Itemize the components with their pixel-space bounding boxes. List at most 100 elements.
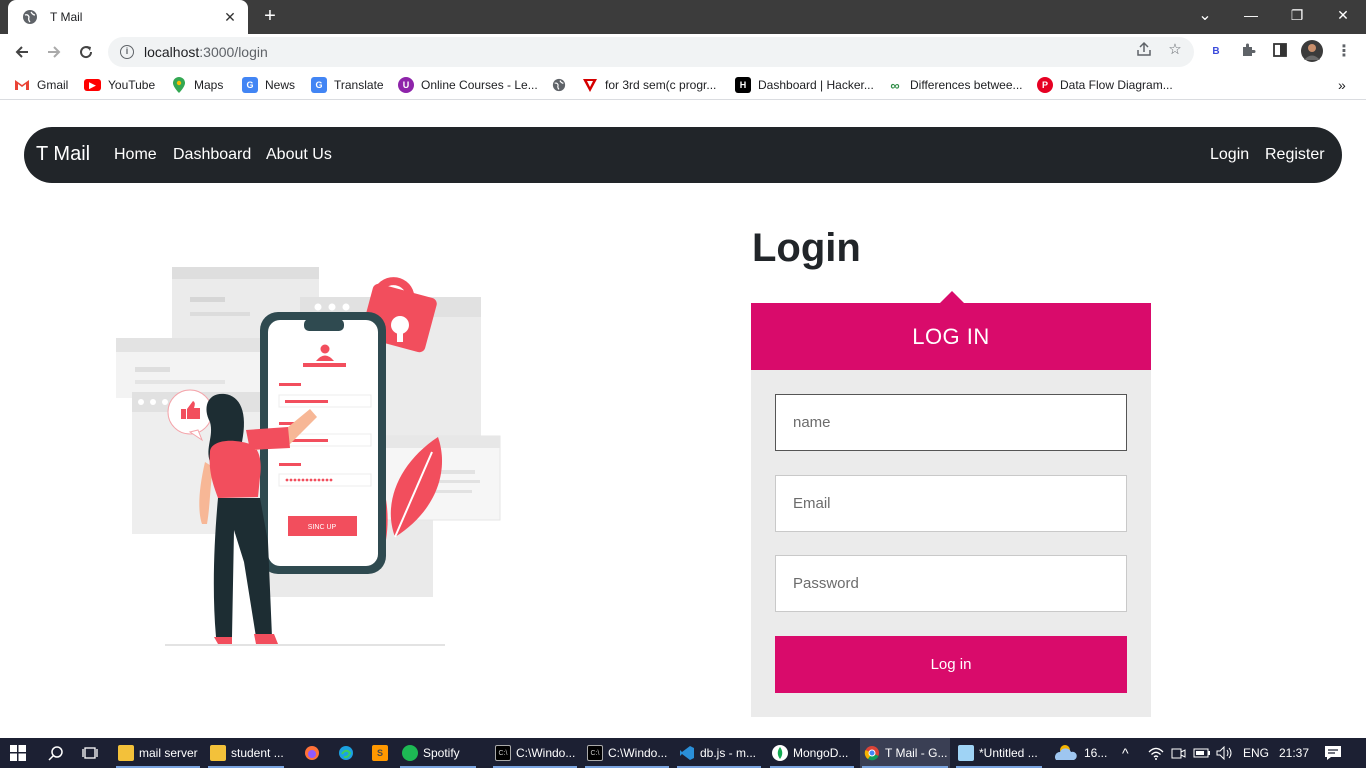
firefox-icon — [305, 746, 319, 760]
url-text: localhost:3000/login — [144, 44, 268, 60]
new-tab-button[interactable]: + — [258, 5, 282, 29]
address-bar[interactable]: i localhost:3000/login — [108, 37, 1194, 67]
youtube-icon: ▶ — [84, 79, 101, 91]
notepad-icon — [958, 745, 974, 761]
bookmark-hackerrank[interactable]: H Dashboard | Hacker... — [735, 76, 874, 94]
bookmarks-overflow-button[interactable]: » — [1338, 76, 1346, 94]
vscode-icon — [679, 745, 695, 761]
bookmark-gfg[interactable]: ∞ Differences betwee... — [887, 76, 1022, 94]
volume-icon[interactable] — [1216, 738, 1234, 768]
nav-link-about-us[interactable]: About Us — [266, 146, 332, 164]
site-brand[interactable]: T Mail — [36, 143, 90, 166]
login-submit-button[interactable]: Log in — [775, 636, 1127, 693]
site-navbar: T Mail Home Dashboard About Us Login Reg… — [24, 127, 1342, 183]
task-view-icon[interactable] — [78, 738, 102, 768]
back-icon[interactable] — [10, 40, 34, 64]
nav-link-login[interactable]: Login — [1210, 146, 1249, 164]
taskbar-sublime[interactable]: S — [368, 738, 392, 768]
nav-link-register[interactable]: Register — [1265, 146, 1325, 164]
bookmarks-bar: Gmail ▶ YouTube Maps G News G Translate U On… — [0, 70, 1366, 100]
site-info-icon[interactable]: i — [120, 45, 134, 59]
translate-icon: G — [311, 77, 327, 93]
forward-icon[interactable] — [42, 40, 66, 64]
bookmark-online-courses[interactable]: U Online Courses - Le... — [398, 76, 538, 94]
bookmark-3rd-sem[interactable]: for 3rd sem(c progr... — [582, 76, 716, 94]
taskbar-spotify[interactable]: Spotify — [398, 738, 478, 768]
gfg-icon: ∞ — [890, 77, 900, 93]
bookmark-maps[interactable]: Maps — [171, 76, 223, 94]
minimize-button[interactable]: — — [1228, 0, 1274, 30]
card-header-pointer — [940, 291, 964, 303]
maps-icon — [171, 77, 187, 93]
spotify-icon — [402, 745, 418, 761]
start-button[interactable] — [0, 738, 36, 768]
search-icon[interactable] — [44, 738, 68, 768]
restore-button[interactable]: ❐ — [1274, 0, 1320, 30]
close-window-button[interactable]: ✕ — [1320, 0, 1366, 30]
taskbar-student[interactable]: student ... — [206, 738, 286, 768]
taskbar-vscode[interactable]: db.js - m... — [675, 738, 763, 768]
news-icon: G — [242, 77, 258, 93]
wifi-icon[interactable] — [1148, 738, 1164, 768]
browser-tab-strip: T Mail ✕ + ⌄ — ❐ ✕ — [0, 0, 1366, 34]
bookmark-v-icon — [582, 77, 598, 93]
bookmark-gmail[interactable]: Gmail — [14, 76, 68, 94]
browser-tab-active[interactable]: T Mail ✕ — [8, 0, 248, 34]
battery-icon[interactable] — [1193, 738, 1211, 768]
sublime-icon: S — [372, 745, 388, 761]
chrome-menu-icon[interactable]: ⋮ — [1334, 42, 1354, 62]
login-card-header: LOG IN — [751, 303, 1151, 370]
bookmark-youtube[interactable]: ▶ YouTube — [84, 76, 155, 94]
taskbar-mongodb[interactable]: MongoD... — [768, 738, 856, 768]
windows-taskbar: mail server student ... S Spotify C:\ C:\… — [0, 738, 1366, 768]
pinterest-icon: P — [1037, 77, 1053, 93]
notifications-icon[interactable] — [1324, 738, 1342, 768]
tab-title: T Mail — [50, 10, 83, 24]
taskbar-notepad[interactable]: *Untitled ... — [954, 738, 1044, 768]
taskbar-mail-server[interactable]: mail server — [114, 738, 202, 768]
bookmark-translate[interactable]: G Translate — [311, 76, 384, 94]
tray-overflow-chevron-icon[interactable]: ^ — [1122, 738, 1129, 768]
globe-icon — [551, 77, 567, 93]
taskbar-cmd-1[interactable]: C:\ C:\Windo... — [491, 738, 579, 768]
language-indicator[interactable]: ENG — [1243, 738, 1269, 768]
cmd-icon: C:\ — [587, 745, 603, 761]
side-panel-icon[interactable] — [1270, 42, 1290, 62]
bookmark-pinterest[interactable]: P Data Flow Diagram... — [1037, 76, 1173, 94]
page-title: Login — [752, 226, 861, 270]
bookmark-news[interactable]: G News — [242, 76, 295, 94]
login-illustration: SINC UP — [110, 262, 510, 652]
chrome-icon — [864, 745, 880, 761]
cmd-icon: C:\ — [495, 745, 511, 761]
nav-link-dashboard[interactable]: Dashboard — [173, 146, 251, 164]
avatar[interactable] — [1301, 40, 1323, 62]
taskbar-cmd-2[interactable]: C:\ C:\Windo... — [583, 738, 671, 768]
courses-icon: U — [398, 77, 414, 93]
share-icon[interactable] — [1135, 41, 1153, 59]
meet-now-icon[interactable] — [1170, 738, 1186, 768]
illustration-signup-text: SINC UP — [308, 524, 337, 531]
nav-link-home[interactable]: Home — [114, 146, 157, 164]
taskbar-firefox[interactable] — [300, 738, 324, 768]
reload-icon[interactable] — [74, 40, 98, 64]
gmail-icon — [14, 77, 30, 93]
email-field[interactable] — [775, 475, 1127, 532]
clock[interactable]: 21:37 — [1279, 738, 1309, 768]
extensions-puzzle-icon[interactable] — [1238, 42, 1258, 62]
windows-logo-icon — [10, 745, 26, 761]
name-field[interactable] — [775, 394, 1127, 451]
hackerrank-icon: H — [735, 77, 751, 93]
tab-search-icon[interactable]: ⌄ — [1182, 0, 1228, 30]
password-field[interactable] — [775, 555, 1127, 612]
bookmark-globe[interactable] — [551, 76, 574, 94]
extension-b-icon[interactable]: B — [1206, 42, 1226, 62]
folder-icon — [210, 745, 226, 761]
taskbar-edge[interactable] — [334, 738, 358, 768]
bookmark-star-icon[interactable]: ☆ — [1166, 41, 1184, 59]
browser-toolbar: i localhost:3000/login ☆ B ⋮ — [0, 34, 1366, 70]
weather-cloud-icon — [1052, 742, 1078, 765]
edge-icon — [339, 746, 353, 760]
weather-widget[interactable]: 16... — [1052, 738, 1107, 768]
taskbar-chrome[interactable]: T Mail - G... — [860, 738, 950, 768]
tab-close-icon[interactable]: ✕ — [222, 9, 238, 26]
